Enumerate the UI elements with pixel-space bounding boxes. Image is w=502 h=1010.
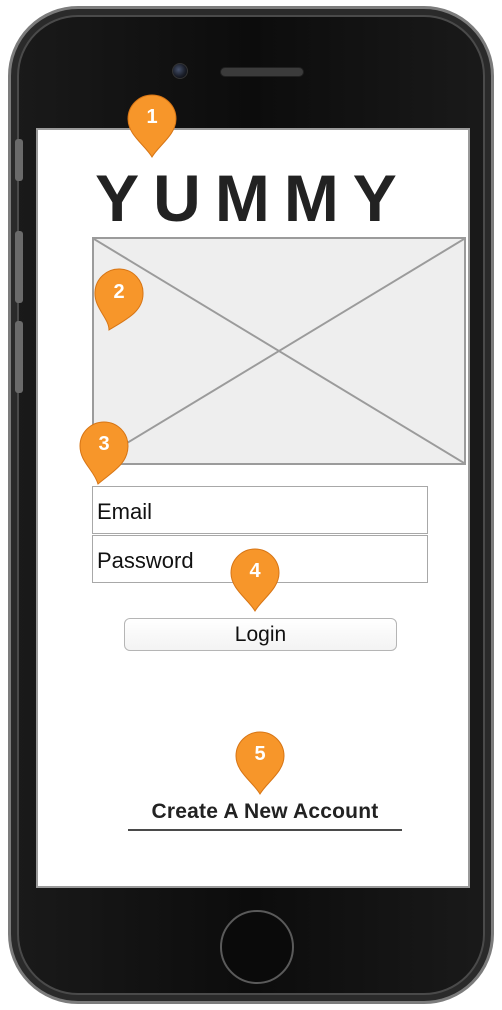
email-field[interactable]: Email [92, 486, 428, 534]
volume-down-button [15, 321, 23, 393]
marker-number: 3 [98, 433, 110, 455]
login-button[interactable]: Login [124, 618, 397, 651]
create-account-link[interactable]: Create A New Account [128, 800, 402, 824]
marker-number: 2 [113, 281, 125, 303]
home-button-icon [220, 910, 294, 984]
mute-switch [15, 139, 23, 181]
annotation-marker-4: 4 [227, 547, 283, 613]
login-button-label: Login [234, 623, 287, 646]
camera-icon [172, 63, 188, 79]
image-placeholder-icon [94, 239, 464, 463]
annotation-marker-5: 5 [232, 730, 288, 796]
marker-number: 4 [249, 560, 261, 582]
create-account-underline [128, 829, 402, 831]
speaker-grille [220, 67, 304, 77]
image-placeholder [92, 237, 466, 465]
annotation-marker-3: 3 [76, 420, 132, 486]
app-logo: YUMMY [95, 161, 411, 235]
email-placeholder: Email [97, 499, 153, 524]
annotation-marker-2: 2 [91, 268, 147, 334]
password-placeholder: Password [97, 548, 194, 573]
marker-number: 1 [146, 106, 158, 128]
volume-up-button [15, 231, 23, 303]
annotation-marker-1: 1 [124, 93, 180, 159]
marker-number: 5 [254, 743, 266, 765]
